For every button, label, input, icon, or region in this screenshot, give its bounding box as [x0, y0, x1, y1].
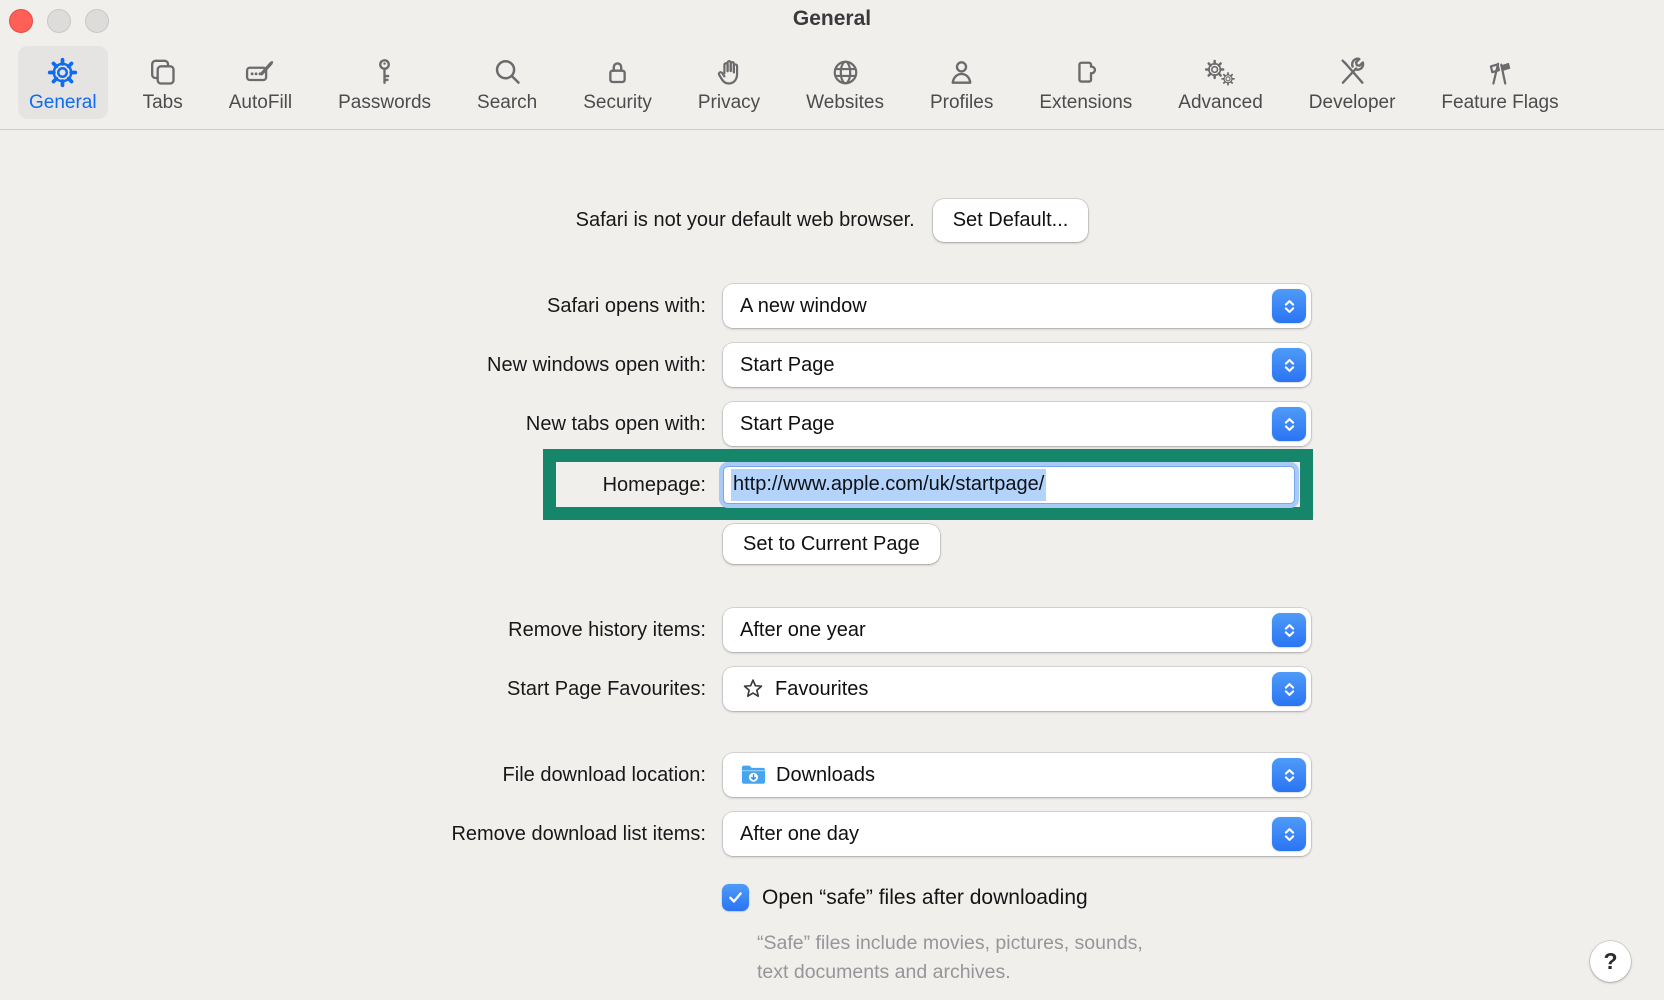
- stepper-icon: [1272, 613, 1306, 647]
- start-page-favourites-select[interactable]: Favourites: [723, 667, 1311, 711]
- file-download-location-select[interactable]: Downloads: [723, 753, 1311, 797]
- globe-icon: [829, 54, 862, 90]
- tab-label: Websites: [806, 92, 884, 113]
- window-title: General: [792, 7, 872, 30]
- tab-feature-flags[interactable]: Feature Flags: [1430, 46, 1569, 119]
- safari-opens-with-select[interactable]: A new window: [723, 284, 1311, 328]
- set-default-button[interactable]: Set Default...: [932, 199, 1089, 242]
- description-line: text documents and archives.: [757, 960, 1011, 983]
- tab-label: Tabs: [142, 92, 183, 113]
- remove-history-items-row: Remove history items: After one year: [0, 608, 1311, 652]
- remove-history-items-select[interactable]: After one year: [723, 608, 1311, 652]
- selected-url-text: http://www.apple.com/uk/startpage/: [731, 469, 1047, 501]
- default-browser-row: Safari is not your default web browser. …: [0, 199, 1664, 242]
- setting-label: Remove history items:: [508, 618, 706, 641]
- setting-label: Homepage:: [602, 473, 706, 496]
- tab-developer[interactable]: Developer: [1298, 46, 1407, 119]
- selected-value: Start Page: [740, 353, 835, 376]
- tab-label: Advanced: [1178, 92, 1263, 113]
- flags-icon: [1482, 54, 1518, 90]
- selected-value: Start Page: [740, 412, 835, 435]
- safari-opens-with-row: Safari opens with: A new window: [0, 284, 1311, 328]
- checkmark-icon: [729, 892, 742, 903]
- default-browser-status: Safari is not your default web browser.: [575, 209, 915, 231]
- new-tabs-open-with-row: New tabs open with: Start Page: [0, 402, 1311, 446]
- new-windows-open-with-select[interactable]: Start Page: [723, 343, 1311, 387]
- stepper-icon: [1272, 758, 1306, 792]
- lock-icon: [601, 54, 634, 90]
- tab-websites[interactable]: Websites: [795, 46, 895, 119]
- selected-value: After one year: [740, 618, 866, 641]
- tab-label: Extensions: [1039, 92, 1133, 113]
- stepper-icon: [1272, 672, 1306, 706]
- settings-toolbar: General Tabs AutoFill Passwords Search S…: [0, 42, 1664, 130]
- tab-label: Security: [583, 92, 652, 113]
- tab-label: Developer: [1308, 92, 1396, 113]
- tab-label: Search: [477, 92, 538, 113]
- open-safe-files-label: Open “safe” files after downloading: [762, 885, 1088, 909]
- titlebar: General: [0, 0, 1664, 42]
- tab-autofill[interactable]: AutoFill: [218, 46, 303, 119]
- gear-icon: [46, 54, 79, 90]
- hand-icon: [713, 54, 746, 90]
- safe-files-description: “Safe” files include movies, pictures, s…: [757, 929, 1143, 986]
- selected-value: After one day: [740, 822, 859, 845]
- tab-label: Feature Flags: [1441, 92, 1559, 113]
- new-tabs-open-with-select[interactable]: Start Page: [723, 402, 1311, 446]
- selected-value: A new window: [740, 294, 867, 317]
- tab-extensions[interactable]: Extensions: [1028, 46, 1143, 119]
- description-line: “Safe” files include movies, pictures, s…: [757, 932, 1143, 954]
- set-to-current-page-button[interactable]: Set to Current Page: [723, 524, 940, 564]
- homepage-row: Homepage: http://www.apple.com/uk/startp…: [0, 466, 1295, 504]
- homepage-input[interactable]: http://www.apple.com/uk/startpage/: [723, 466, 1295, 504]
- gears-icon: [1203, 54, 1239, 90]
- star-icon: [740, 676, 766, 702]
- tab-privacy[interactable]: Privacy: [687, 46, 771, 119]
- help-button[interactable]: ?: [1590, 941, 1631, 982]
- tab-search[interactable]: Search: [466, 46, 548, 119]
- tab-general[interactable]: General: [18, 46, 108, 119]
- stepper-icon: [1272, 289, 1306, 323]
- selected-value: Downloads: [776, 763, 875, 786]
- remove-download-list-items-select[interactable]: After one day: [723, 812, 1311, 856]
- tools-icon: [1336, 54, 1369, 90]
- safari-settings-window: General General Tabs AutoFill Passwords …: [0, 0, 1664, 1000]
- tab-label: AutoFill: [228, 92, 293, 113]
- tab-advanced[interactable]: Advanced: [1167, 46, 1274, 119]
- setting-label: Safari opens with:: [547, 294, 706, 317]
- tab-profiles[interactable]: Profiles: [919, 46, 1004, 119]
- setting-label: Start Page Favourites:: [507, 677, 706, 700]
- open-safe-files-row: Open “safe” files after downloading: [722, 884, 1088, 911]
- tab-label: Passwords: [338, 92, 432, 113]
- tab-label: Profiles: [929, 92, 994, 113]
- tab-security[interactable]: Security: [572, 46, 663, 119]
- stepper-icon: [1272, 407, 1306, 441]
- person-icon: [945, 54, 978, 90]
- autofill-icon: [243, 54, 277, 90]
- setting-label: New windows open with:: [487, 353, 706, 376]
- open-safe-files-checkbox[interactable]: [722, 884, 749, 911]
- remove-download-list-items-row: Remove download list items: After one da…: [0, 812, 1311, 856]
- setting-label: File download location:: [502, 763, 706, 786]
- puzzle-icon: [1069, 54, 1102, 90]
- start-page-favourites-row: Start Page Favourites: Favourites: [0, 667, 1311, 711]
- stepper-icon: [1272, 348, 1306, 382]
- selected-value: Favourites: [775, 677, 869, 700]
- tab-label: Privacy: [697, 92, 761, 113]
- file-download-location-row: File download location: Downloads: [0, 753, 1311, 797]
- key-icon: [368, 54, 401, 90]
- new-windows-open-with-row: New windows open with: Start Page: [0, 343, 1311, 387]
- setting-label: New tabs open with:: [525, 412, 706, 435]
- setting-label: Remove download list items:: [451, 822, 706, 845]
- stepper-icon: [1272, 817, 1306, 851]
- tab-tabs[interactable]: Tabs: [132, 46, 194, 119]
- tab-label: General: [29, 92, 97, 113]
- tabs-icon: [146, 54, 179, 90]
- tab-passwords[interactable]: Passwords: [327, 46, 442, 119]
- general-pane: Safari is not your default web browser. …: [0, 149, 1664, 1000]
- downloads-folder-icon: [740, 764, 767, 786]
- magnifier-icon: [491, 54, 524, 90]
